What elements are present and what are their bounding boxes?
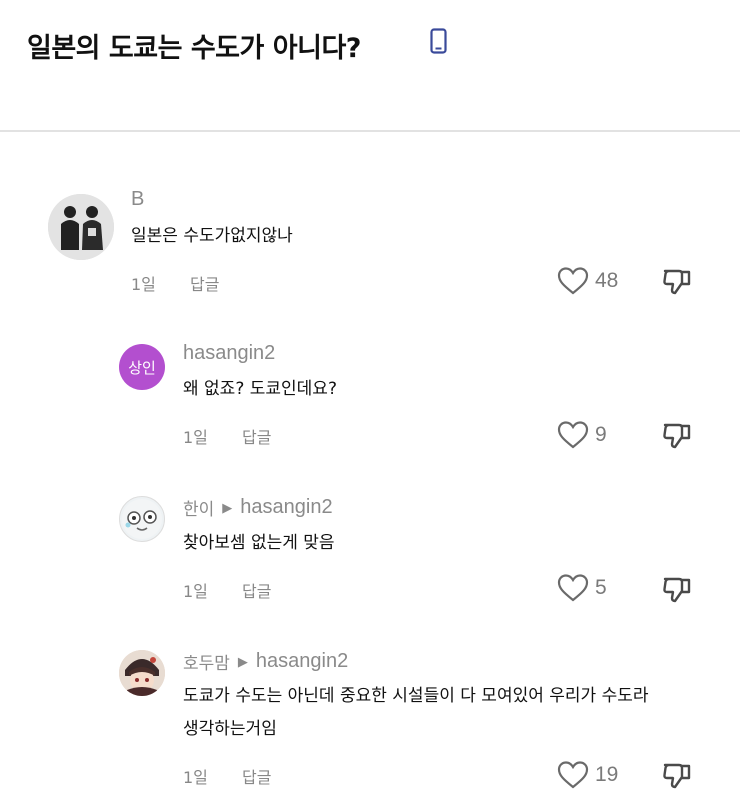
comment-username[interactable]: 호두맘 ▶ hasangin2 xyxy=(183,649,348,674)
heart-icon xyxy=(557,761,589,789)
avatar[interactable] xyxy=(119,650,165,696)
comment-time: 1일 xyxy=(183,768,208,787)
like-button[interactable]: 19 xyxy=(557,760,618,790)
anime-character-avatar-image xyxy=(119,650,165,696)
comment-text-line-2: 생각하는거임 xyxy=(183,719,277,739)
reply-to-username[interactable]: hasangin2 xyxy=(256,650,348,673)
reply-arrow-icon: ▶ xyxy=(237,653,248,669)
dislike-icon[interactable] xyxy=(662,760,692,790)
like-count: 19 xyxy=(595,763,619,786)
reply-button[interactable]: 답글 xyxy=(242,764,271,788)
reply-comment: 호두맘 ▶ hasangin2 도쿄가 수도는 아닌데 중요한 시설들이 다 모… xyxy=(0,0,740,801)
comment-text-line-1: 도쿄가 수도는 아닌데 중요한 시설들이 다 모여있어 우리가 수도라 xyxy=(183,686,649,706)
